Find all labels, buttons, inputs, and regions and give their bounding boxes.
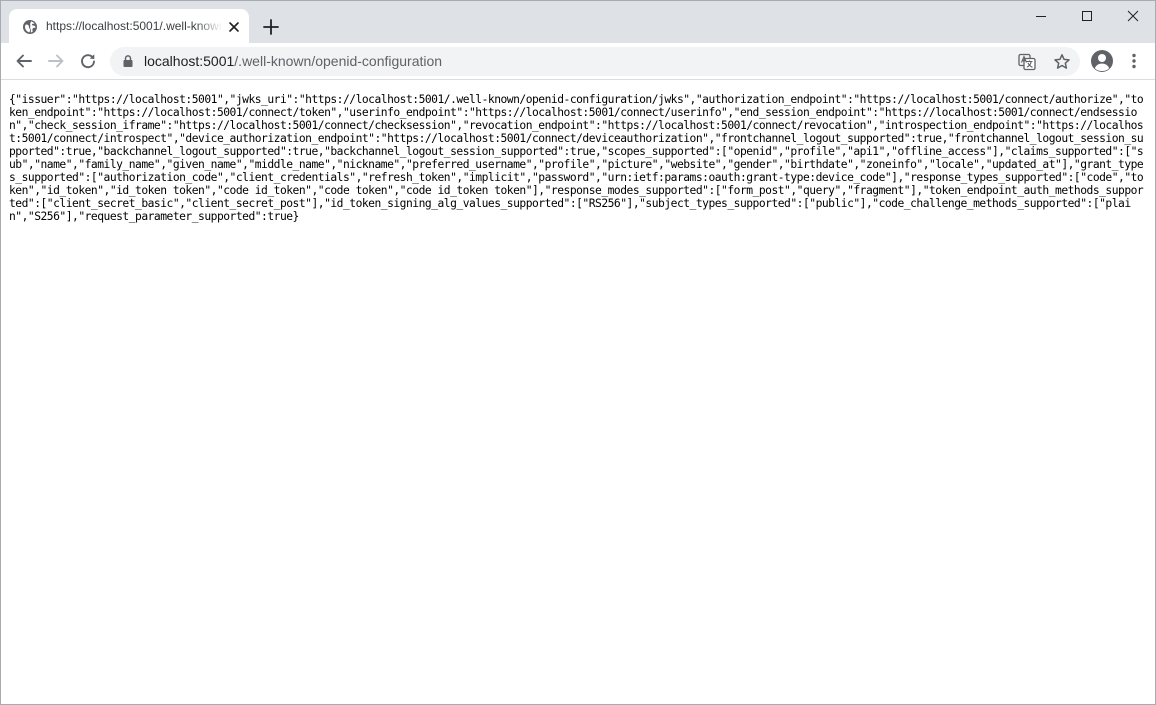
maximize-icon	[1082, 11, 1092, 21]
tab-strip: https://localhost:5001/.well-known/openi…	[1, 1, 1155, 43]
json-response-text: {"issuer":"https://localhost:5001","jwks…	[9, 93, 1144, 223]
lock-icon[interactable]	[121, 54, 135, 68]
url-host: localhost:5001	[144, 53, 235, 69]
window-close-button[interactable]	[1110, 1, 1155, 31]
address-bar[interactable]: localhost:5001/.well-known/openid-config…	[110, 47, 1080, 76]
more-vert-icon	[1132, 53, 1136, 69]
url-text[interactable]: localhost:5001/.well-known/openid-config…	[144, 53, 442, 70]
avatar-icon	[1091, 50, 1113, 72]
browser-menu-button[interactable]	[1120, 47, 1148, 75]
tab-active[interactable]: https://localhost:5001/.well-known/openi…	[9, 9, 249, 43]
bookmark-star-icon[interactable]	[1053, 53, 1071, 71]
url-path: /.well-known/openid-configuration	[234, 53, 443, 69]
minimize-button[interactable]	[1018, 1, 1064, 31]
forward-button[interactable]	[42, 47, 70, 75]
tab-title: https://localhost:5001/.well-known/openi…	[46, 19, 222, 33]
new-tab-icon[interactable]	[259, 15, 283, 39]
tab-close-icon[interactable]	[226, 19, 242, 35]
back-button[interactable]	[10, 47, 38, 75]
minimize-icon	[1036, 16, 1046, 17]
close-icon	[1127, 10, 1139, 22]
maximize-button[interactable]	[1064, 1, 1110, 31]
reload-button[interactable]	[74, 47, 102, 75]
profile-button[interactable]	[1088, 47, 1116, 75]
arrow-right-icon	[48, 54, 64, 68]
arrow-left-icon	[16, 54, 32, 68]
browser-window: https://localhost:5001/.well-known/openi…	[0, 0, 1156, 705]
page-content: {"issuer":"https://localhost:5001","jwks…	[1, 80, 1155, 704]
translate-icon[interactable]	[1018, 53, 1036, 71]
globe-icon	[23, 20, 37, 34]
browser-toolbar: localhost:5001/.well-known/openid-config…	[1, 43, 1155, 80]
reload-icon	[81, 54, 95, 69]
